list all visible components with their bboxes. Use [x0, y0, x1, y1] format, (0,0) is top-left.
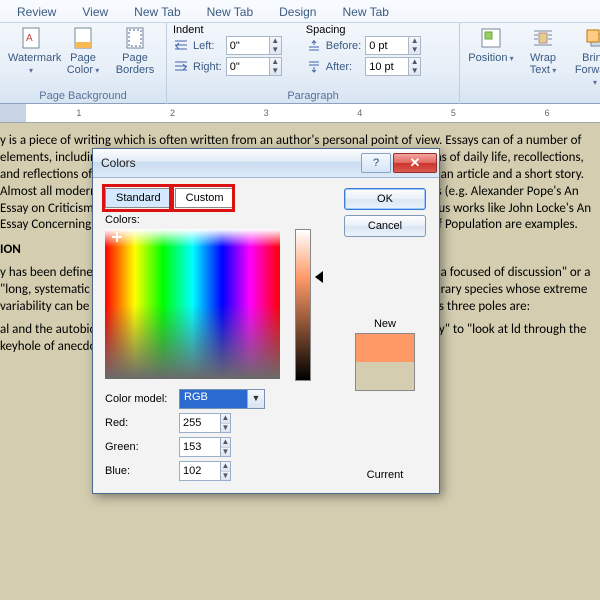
indent-right-label: Right:	[193, 61, 222, 73]
page-borders-button[interactable]: Page Borders	[110, 24, 160, 78]
help-button[interactable]: ?	[361, 153, 391, 173]
svg-text:A: A	[26, 33, 33, 44]
spacing-before-icon	[306, 38, 322, 54]
close-button[interactable]: ✕	[393, 153, 437, 173]
luminance-slider[interactable]	[295, 229, 311, 381]
color-model-select[interactable]: RGB▼	[179, 389, 265, 409]
highlight-custom	[171, 184, 235, 212]
wrap-text-icon	[531, 26, 555, 50]
bring-forward-button[interactable]: Bring Forward ▾	[570, 24, 600, 90]
spacing-heading: Spacing	[306, 24, 421, 36]
color-field[interactable]	[105, 229, 280, 379]
spacing-after-label: After:	[326, 61, 361, 73]
colors-label: Colors:	[105, 214, 329, 226]
swatch-new	[356, 334, 414, 362]
spacing-before-input[interactable]: ▲▼	[365, 36, 421, 55]
wrap-text-button[interactable]: Wrap Text ▾	[518, 24, 568, 90]
cancel-button[interactable]: Cancel	[344, 215, 426, 237]
indent-left-input[interactable]: ▲▼	[226, 36, 282, 55]
group-label-paragraph: Paragraph	[173, 90, 453, 104]
luminance-pointer[interactable]	[315, 271, 323, 283]
page-color-button[interactable]: Page Color ▾	[58, 24, 108, 78]
color-model-label: Color model:	[105, 393, 173, 405]
new-label: New	[374, 318, 396, 330]
indent-right-icon	[173, 59, 189, 75]
tab-view[interactable]: View	[69, 1, 121, 22]
swatch-current	[356, 362, 414, 390]
spacing-after-icon	[306, 59, 322, 75]
tab-design[interactable]: Design	[266, 1, 329, 22]
indent-right-input[interactable]: ▲▼	[226, 57, 282, 76]
current-label: Current	[367, 469, 404, 481]
position-button[interactable]: Position ▾	[466, 24, 516, 90]
tab-review[interactable]: Review	[4, 1, 69, 22]
tab-new2[interactable]: New Tab	[194, 1, 266, 22]
position-icon	[479, 26, 503, 50]
ribbon-tabs: Review View New Tab New Tab Design New T…	[0, 0, 600, 22]
highlight-standard	[102, 184, 172, 212]
color-crosshair[interactable]	[112, 232, 122, 242]
tab-new1[interactable]: New Tab	[121, 1, 193, 22]
colors-dialog: Colors ? ✕ Standard Custom Colors: Color…	[92, 148, 440, 494]
watermark-icon: A	[19, 26, 43, 50]
watermark-button[interactable]: A Watermark ▾	[6, 24, 56, 78]
blue-label: Blue:	[105, 465, 173, 477]
group-page-background: A Watermark ▾ Page Color ▾ Page Borders …	[0, 23, 167, 104]
indent-left-label: Left:	[193, 40, 222, 52]
page-borders-icon	[123, 26, 147, 50]
indent-left-icon	[173, 38, 189, 54]
spacing-before-label: Before:	[326, 40, 361, 52]
tab-new3[interactable]: New Tab	[329, 1, 401, 22]
spacing-after-input[interactable]: ▲▼	[365, 57, 421, 76]
dialog-title: Colors	[101, 156, 136, 170]
group-paragraph: Indent Left: ▲▼ Right: ▲▼	[167, 23, 460, 104]
ribbon: Review View New Tab New Tab Design New T…	[0, 0, 600, 104]
ruler[interactable]: 123456	[0, 104, 600, 123]
blue-input[interactable]: ▲▼	[179, 461, 231, 481]
group-label-page-background: Page Background	[6, 90, 160, 104]
group-arrange: Position ▾ Wrap Text ▾ Bring Forward ▾	[460, 23, 600, 104]
green-input[interactable]: ▲▼	[179, 437, 231, 457]
green-label: Green:	[105, 441, 173, 453]
red-label: Red:	[105, 417, 173, 429]
red-input[interactable]: ▲▼	[179, 413, 231, 433]
ok-button[interactable]: OK	[344, 188, 426, 210]
bring-forward-icon	[583, 26, 600, 50]
color-swatch	[355, 333, 415, 391]
page-color-icon	[71, 26, 95, 50]
group-label-arrange	[466, 102, 600, 104]
indent-heading: Indent	[173, 24, 282, 36]
dialog-titlebar[interactable]: Colors ? ✕	[93, 149, 439, 178]
